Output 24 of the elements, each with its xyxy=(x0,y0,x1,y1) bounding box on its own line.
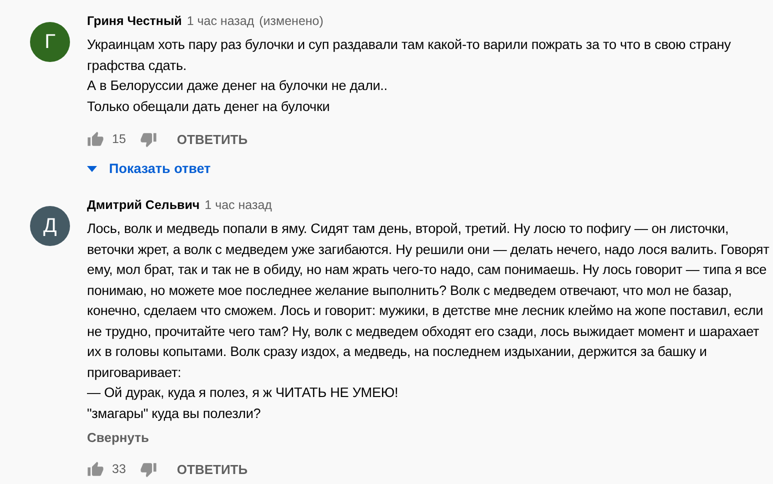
edited-label: (изменено) xyxy=(259,14,324,28)
thumbs-up-icon[interactable] xyxy=(87,460,104,478)
thumbs-down-icon[interactable] xyxy=(140,130,157,148)
avatar[interactable]: Д xyxy=(30,206,70,246)
author-name[interactable]: Дмитрий Сельвич xyxy=(87,198,200,212)
comment-text: Лось, волк и медведь попали в яму. Сидят там день, второй, третий. Ну лосю то пофигу — он листочки, веточки жрет, а волк с медведем уже загибаются. Ну решили они — делать нечего, надо лося валить. Говорят ему, мол брат, так и так не в обиду, но нам жрать чего-то надо, сам понимаешь. Ну лось говорит — типа я все понимаю, но можете мое последнее желание выполнить? Волк с медведем отвечают, что мол не базар, конечно, сделаем что сможем. Лось и говорит: мужики, в детстве мне лесник клеймо на жопе поставил, если не трудно, прочитайте чего там? Ну, волк с медведем обходят его сзади, лось выжидает момент и шарахает их в головы копытами. Волк сразу издох, а медведь, на последнем издыхании, держится за башку и приговаривает: xyxy=(87,220,770,382)
thumbs-down-icon[interactable] xyxy=(140,460,157,478)
avatar[interactable]: Г xyxy=(30,22,70,62)
comment-time[interactable]: 1 час назад xyxy=(186,14,254,28)
comment-text: А в Белоруссии даже денег на булочки не дали.. xyxy=(87,77,388,95)
comment-text: "змагары" куда вы полезли? xyxy=(87,404,262,423)
thumbs-up-icon[interactable] xyxy=(87,130,104,148)
like-count: 33 xyxy=(112,462,126,476)
reply-button[interactable]: ОТВЕТИТЬ xyxy=(172,124,252,154)
comment-time[interactable]: 1 час назад xyxy=(204,198,272,212)
author-name[interactable]: Гриня Честный xyxy=(87,14,182,28)
caret-down-icon xyxy=(87,166,97,172)
show-replies-button[interactable]: Показать ответ xyxy=(87,157,211,180)
comment-text: Украинцам хоть пару раз булочки и суп раздавали там какой-то варили пожрать за то что в свою страну графства сдать. xyxy=(87,36,732,75)
comment-text: — Ой дурак, куда я полез, я ж ЧИТАТЬ НЕ УМЕЮ! xyxy=(87,384,400,402)
comment-text: Только обещали дать денег на булочки xyxy=(87,98,331,116)
like-count: 15 xyxy=(112,132,126,146)
reply-button[interactable]: ОТВЕТИТЬ xyxy=(172,454,252,484)
collapse-link[interactable]: Свернуть xyxy=(87,430,149,445)
